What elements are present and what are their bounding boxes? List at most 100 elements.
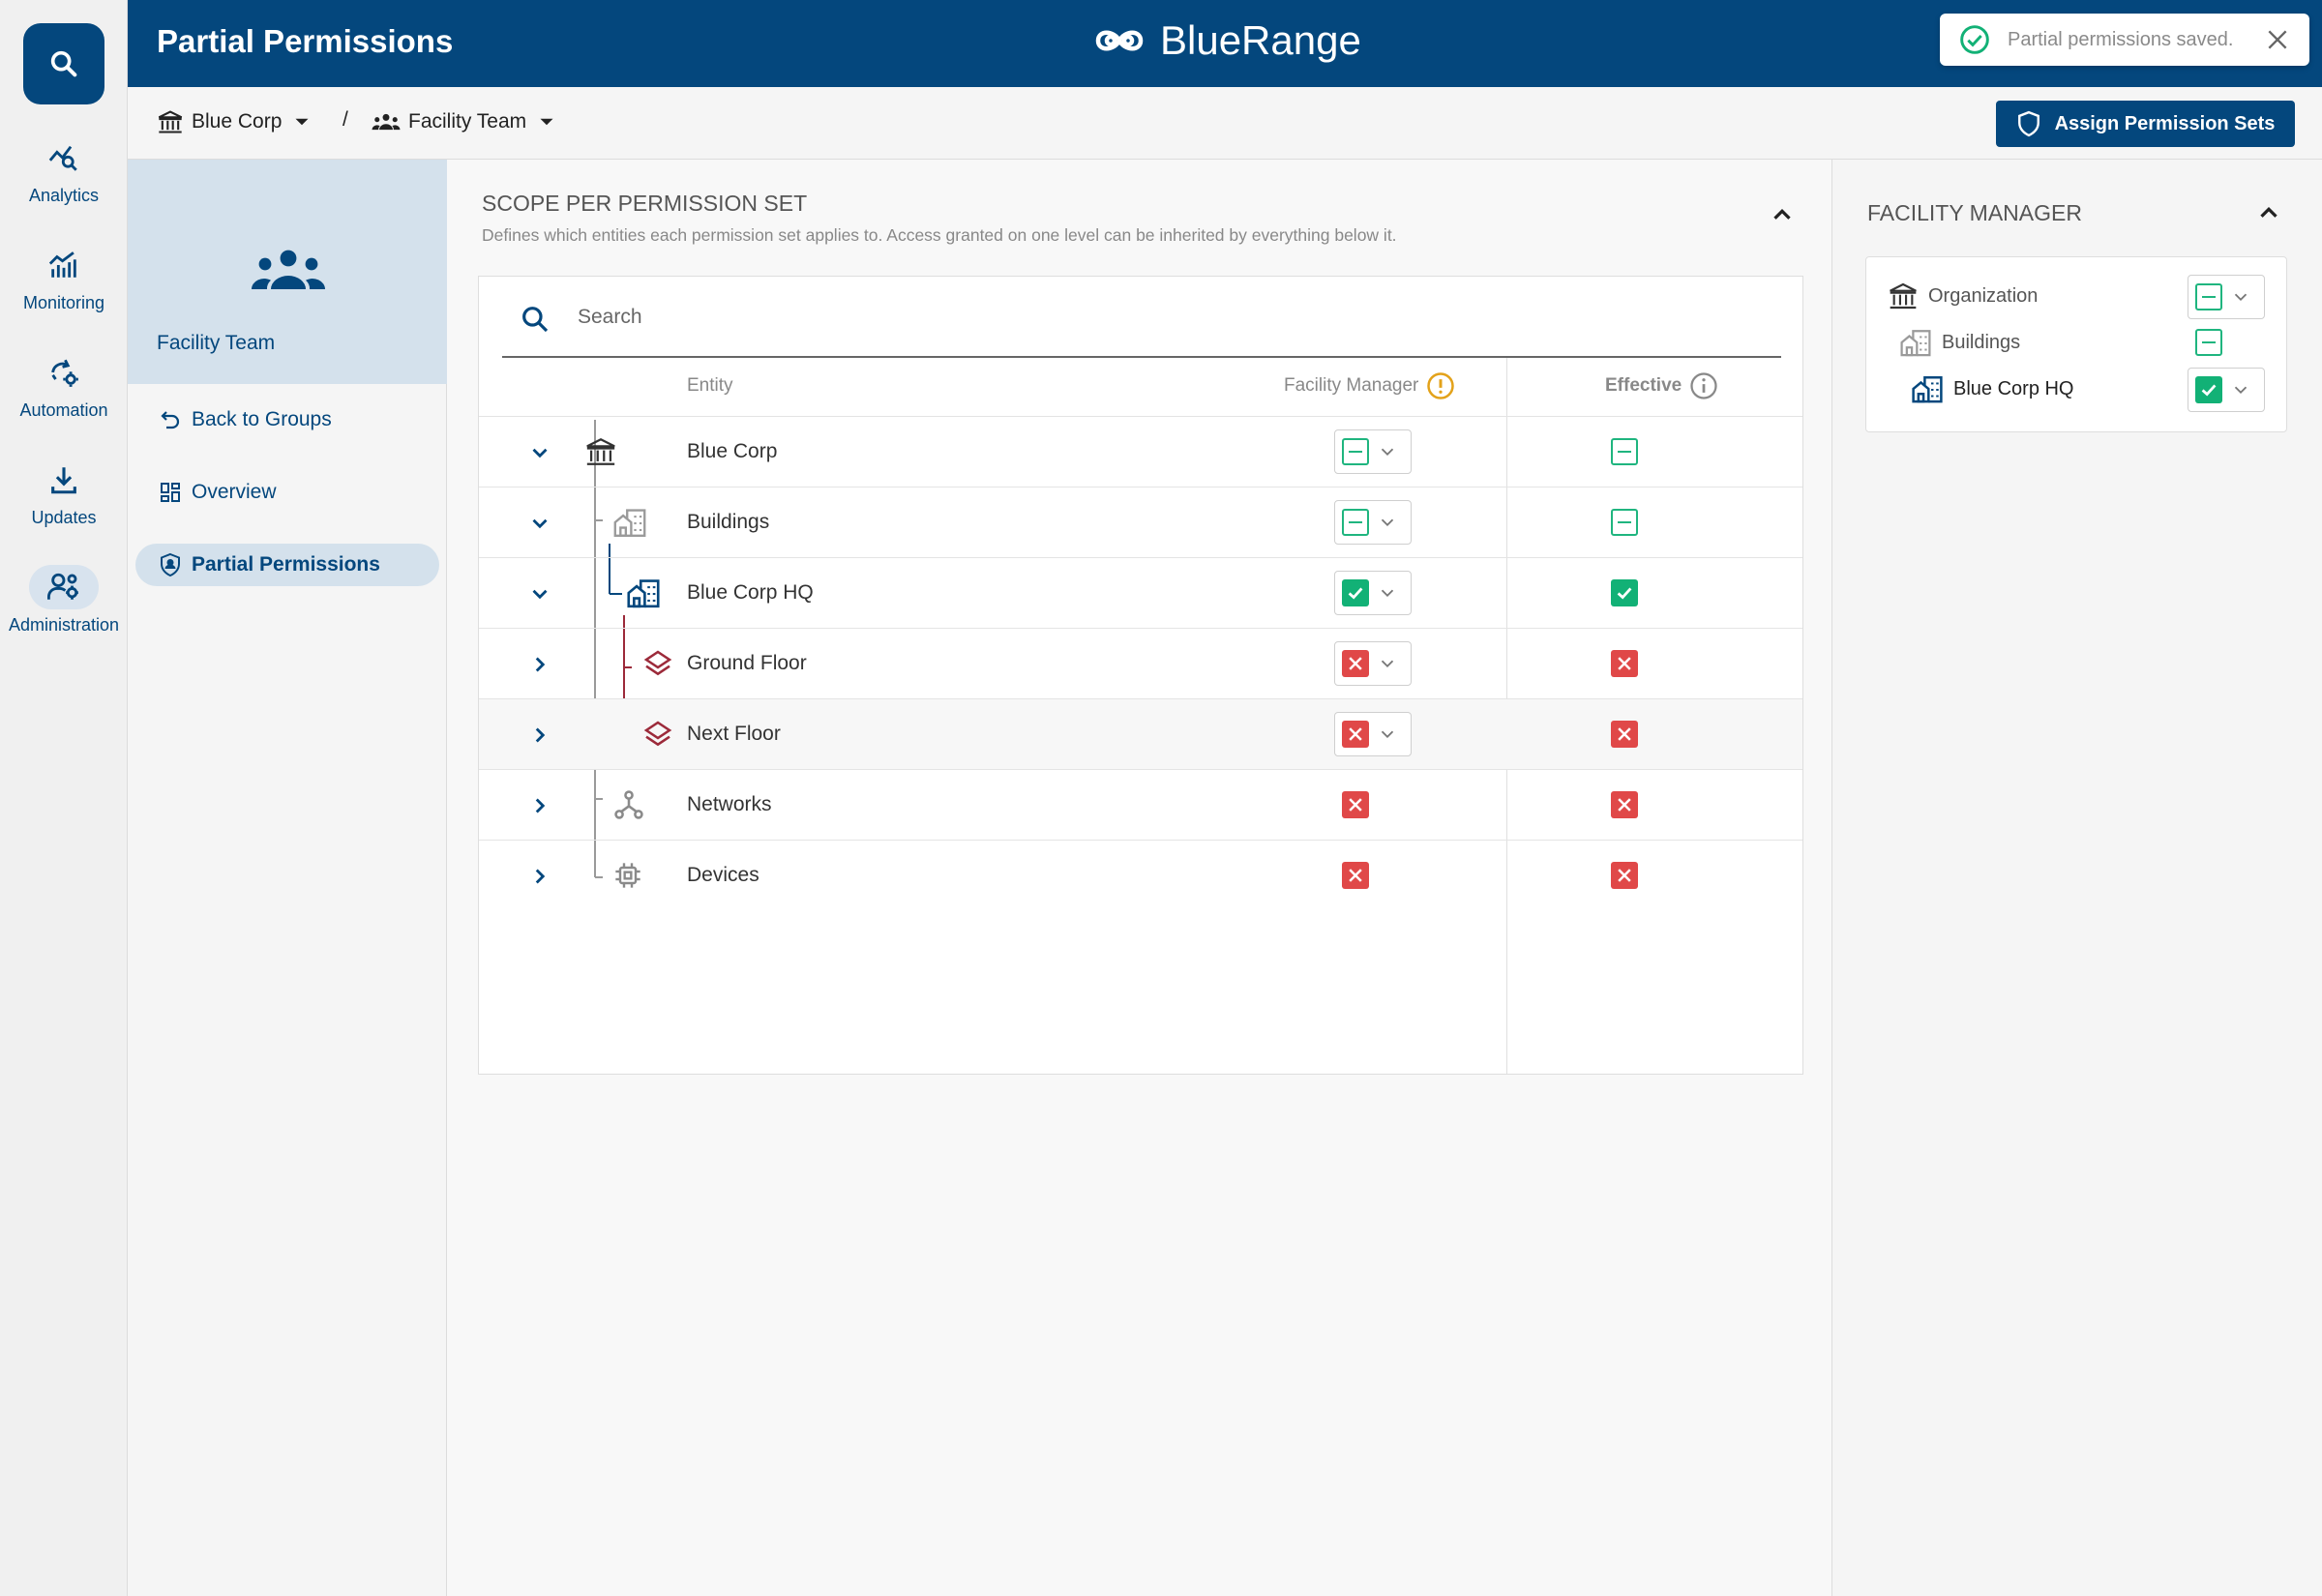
table-row[interactable]: Next Floor [479,698,1802,769]
breadcrumb-org[interactable]: Blue Corp [157,108,314,135]
chevron-right-icon[interactable] [527,723,552,748]
entity-label: Next Floor [687,723,781,745]
x-icon [1349,869,1362,882]
info-icon[interactable] [1689,371,1718,400]
chevron-down-icon [2234,293,2248,302]
breadcrumb-group[interactable]: Facility Team [372,108,559,135]
chevron-right-icon[interactable] [527,864,552,889]
column-header-label: Effective [1605,375,1682,396]
column-header-label: Facility Manager [1284,375,1419,396]
rail-item-updates[interactable]: Updates [0,458,128,528]
table-row[interactable]: Blue Corp [479,416,1802,487]
group-sidebar: Facility Team Back to Groups Overview Pa… [128,160,447,1596]
table-row[interactable]: Networks [479,769,1802,840]
rail-label: Monitoring [22,293,105,312]
permission-dropdown[interactable] [2188,368,2265,412]
group-icon [372,113,401,131]
rail-item-monitoring[interactable]: Monitoring [0,243,128,313]
assign-button-label: Assign Permission Sets [2054,112,2276,134]
nav-overview[interactable]: Overview [135,471,439,514]
chevron-down-icon [1381,730,1394,739]
entity-scope-table: Search Entity Facility Manager Effective [478,276,1803,1075]
collapse-icon[interactable] [2254,198,2283,227]
group-card: Facility Team [128,160,447,384]
chevron-right-icon[interactable] [527,793,552,818]
rail-item-analytics[interactable]: Analytics [0,135,128,206]
breadcrumb-org-label: Blue Corp [192,110,283,133]
effective-denied-indicator [1611,650,1638,677]
checked-checkbox[interactable] [2195,376,2222,403]
left-rail: Analytics Monitoring Automation Updates … [0,0,128,1596]
table-row[interactable]: Ground Floor [479,628,1802,698]
effective-granted-indicator [1611,579,1638,606]
tree-item-organization[interactable]: Organization [1888,281,2038,311]
tree-item-blue-corp-hq[interactable]: Blue Corp HQ [1911,373,2074,404]
chevron-right-icon[interactable] [527,652,552,677]
tree-item-label: Organization [1928,284,2039,307]
organization-icon [586,437,615,465]
partial-checkbox[interactable] [2195,283,2222,310]
table-row[interactable]: Buildings [479,487,1802,557]
building-icon [627,579,660,608]
search-field[interactable]: Search [502,277,1781,358]
permission-dropdown[interactable] [1334,641,1412,686]
nav-partial-permissions[interactable]: Partial Permissions [135,544,439,586]
denied-checkbox[interactable] [1342,721,1369,748]
partial-checkbox[interactable] [1342,509,1369,536]
permission-dropdown[interactable] [1334,429,1412,474]
close-icon[interactable] [2265,27,2290,52]
checked-checkbox[interactable] [1342,579,1369,606]
denied-checkbox[interactable] [1342,650,1369,677]
chevron-down-icon[interactable] [527,440,552,465]
assign-permission-sets-button[interactable]: Assign Permission Sets [1996,101,2295,147]
page-title: Partial Permissions [157,23,454,59]
facility-manager-tree: Organization Buildings Blue Corp HQ [1865,256,2287,432]
layers-icon [643,721,672,747]
tree-item-label: Buildings [1942,331,2021,353]
permission-dropdown[interactable] [1334,500,1412,545]
rail-item-automation[interactable]: Automation [0,350,128,421]
layers-icon [643,650,672,676]
table-row[interactable]: Devices [479,840,1802,910]
brand-name: BlueRange [1160,17,1361,63]
nav-back-to-groups[interactable]: Back to Groups [135,399,439,441]
permission-dropdown[interactable] [2188,275,2265,319]
shield-user-icon [161,552,180,577]
dashboard-icon [161,483,180,502]
analytics-icon [29,135,99,180]
permission-dropdown[interactable] [1334,712,1412,756]
tree-item-buildings[interactable]: Buildings [1899,327,2020,358]
caret-down-icon [295,118,309,126]
denied-checkbox[interactable] [1342,862,1369,889]
effective-denied-indicator [1611,721,1638,748]
tree-item-label: Blue Corp HQ [1953,377,2074,399]
nav-label: Back to Groups [192,408,332,430]
global-search-button[interactable] [23,23,104,104]
chevron-down-icon[interactable] [527,511,552,536]
partial-checkbox[interactable] [1342,438,1369,465]
rail-item-administration[interactable]: Administration [0,565,128,635]
search-icon [50,50,77,77]
toast-notification: Partial permissions saved. [1940,14,2309,66]
collapse-icon[interactable] [1768,200,1797,229]
monitoring-icon [29,243,99,287]
organization-icon [158,110,183,133]
chevron-down-icon[interactable] [527,581,552,606]
rail-label: Analytics [28,186,100,205]
facility-manager-title: FACILITY MANAGER [1867,200,2082,225]
x-icon [1618,727,1631,741]
partial-indicator [2195,329,2222,356]
column-header-entity: Entity [687,375,733,396]
x-icon [1349,798,1362,812]
shield-icon [2017,110,2039,137]
breadcrumb-separator: / [342,108,348,131]
updates-icon [29,458,99,502]
table-row[interactable]: Blue Corp HQ [479,557,1802,628]
x-icon [1349,657,1362,670]
check-icon [1617,587,1632,600]
administration-icon [29,565,99,609]
permission-dropdown[interactable] [1334,571,1412,615]
denied-checkbox[interactable] [1342,791,1369,818]
entity-label: Networks [687,793,772,815]
warning-icon[interactable] [1426,371,1455,400]
